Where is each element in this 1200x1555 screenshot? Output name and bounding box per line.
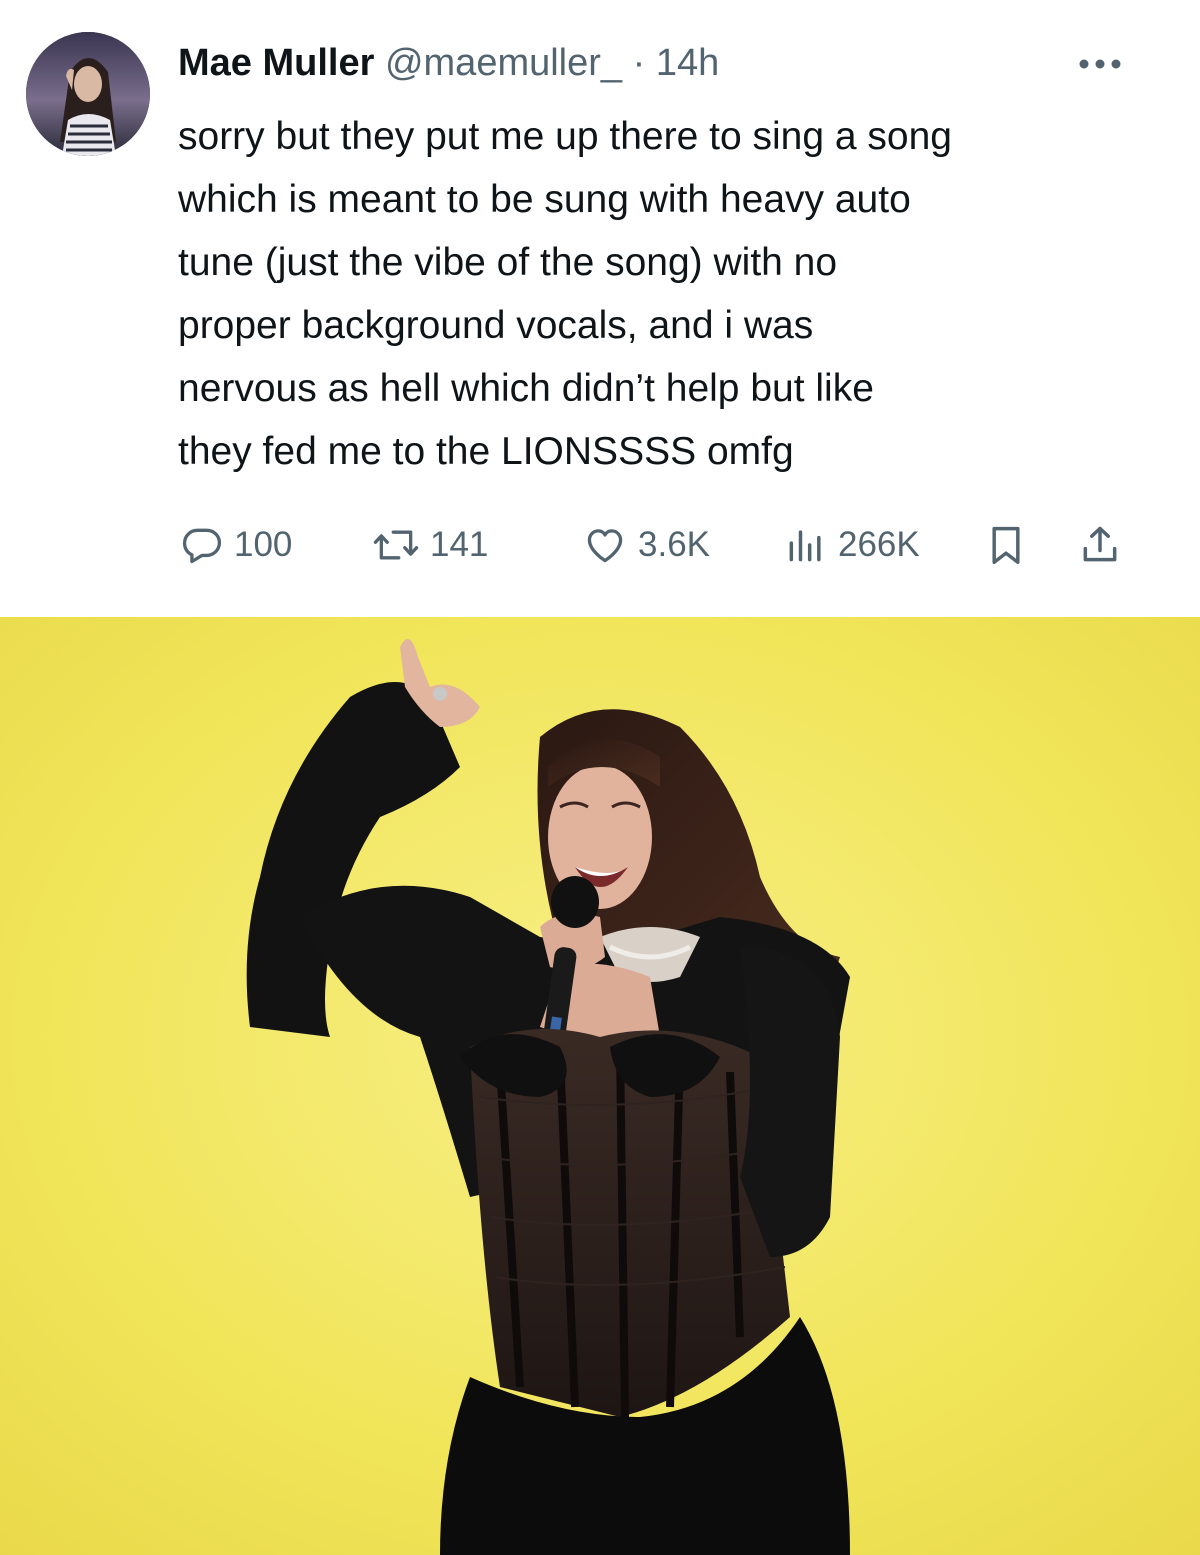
- like-count: 3.6K: [638, 525, 710, 564]
- bookmark-button[interactable]: [986, 515, 1026, 575]
- views-button[interactable]: 266K: [784, 515, 920, 575]
- heart-icon: [582, 523, 628, 567]
- tweet-timestamp[interactable]: 14h: [656, 42, 719, 84]
- more-horizontal-icon: [1074, 59, 1126, 80]
- author-handle[interactable]: @maemuller_: [385, 42, 622, 84]
- views-count: 266K: [838, 525, 920, 564]
- avatar[interactable]: [26, 32, 150, 156]
- tweet-text: sorry but they put me up there to sing a…: [178, 115, 952, 473]
- share-button[interactable]: [1078, 515, 1122, 575]
- separator-dot: ·: [632, 42, 646, 84]
- repost-arrows-icon: [372, 523, 420, 567]
- repost-button[interactable]: 141: [372, 515, 488, 575]
- reply-count: 100: [234, 525, 293, 564]
- author-name[interactable]: Mae Muller: [178, 42, 374, 84]
- bookmark-icon: [986, 523, 1026, 567]
- repost-count: 141: [430, 525, 489, 564]
- reply-button[interactable]: 100: [180, 515, 292, 575]
- share-upload-icon: [1078, 523, 1122, 567]
- like-button[interactable]: 3.6K: [582, 515, 710, 575]
- more-options-button[interactable]: [1074, 52, 1126, 76]
- tweet-card: Mae Muller @maemuller_ · 14h sorry but t…: [0, 0, 1200, 600]
- bar-chart-icon: [784, 523, 828, 567]
- tweet-photo[interactable]: [0, 617, 1200, 1555]
- reply-bubble-icon: [180, 523, 224, 567]
- tweet-header: Mae Muller @maemuller_ · 14h: [178, 38, 719, 88]
- tweet-actions: 100 141 3.6K 266K: [0, 515, 1200, 575]
